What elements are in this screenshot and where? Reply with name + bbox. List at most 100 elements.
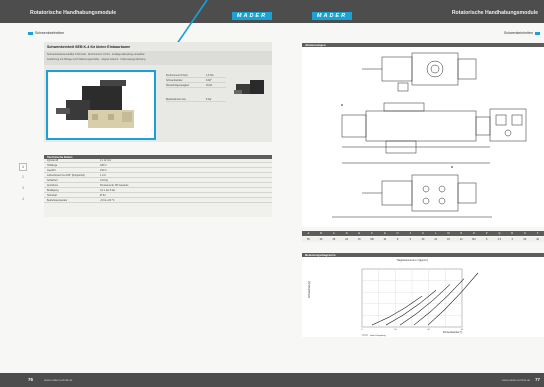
tech-row: Zylinder-Ø 2 x 12 mm [44, 159, 272, 164]
intro-row-2: Ausführung mit Abfrage durch Näherungssc… [47, 58, 146, 61]
right-footer-bar: www.mader-technik.de 77 [272, 373, 544, 387]
accessory-photo [234, 80, 264, 94]
dimension-header-cell: M [447, 232, 450, 235]
side-index-number[interactable]: 4 [22, 197, 24, 201]
tech-row: Schaltzeit 0,18 kg [44, 179, 272, 184]
chart-tick-label: 90 [461, 329, 464, 331]
tech-row: Betätigung 0,2 s bei 6 bar [44, 189, 272, 194]
dimension-header-cell: O [473, 232, 475, 235]
dimension-value-cell: 35 [332, 238, 336, 241]
dimension-value-cell: 12 [459, 238, 463, 241]
dimension-header-cell: H [396, 232, 399, 235]
tech-row: Gewicht 210 N [44, 169, 272, 174]
dimension-value-cell: M5 [370, 238, 374, 241]
left-page: Rotatorische Handhabungsmodule MADER Sch… [0, 0, 272, 387]
chart-tick-label: 0 [361, 329, 363, 331]
chart-series-line [399, 284, 451, 326]
tech-row: Luftverbrauch bei 180° (Doppelhub) 1 cm³ [44, 174, 272, 179]
left-section-label-row: Schwenkeinheiten [26, 30, 64, 36]
intro-block: Schwenkwinkelverstellbar 0-90 Grad · Dre… [44, 51, 272, 65]
right-header-bar: MADER Rotatorische Handhabungsmodule [272, 0, 544, 23]
dimension-header-cell: A [307, 232, 310, 235]
dimension-header-cell: N [460, 232, 463, 235]
dimension-table-header: ABCDEFGHJKLMNOPQRST [302, 231, 544, 236]
right-page-number: 77 [535, 377, 540, 382]
section-marker-icon [28, 31, 33, 35]
right-footer-url[interactable]: www.mader-technik.de [502, 378, 530, 382]
dimension-header-cell: B [320, 232, 322, 235]
dimension-value-cell: 10 [383, 238, 387, 241]
chart-panel: Trägheitsmoment J [kgcm²] Schwenkwinkel [… [302, 257, 544, 341]
right-section-label: Schwenkeinheiten [503, 31, 533, 35]
technical-drawing [332, 52, 527, 218]
technical-drawing-panel [302, 47, 544, 227]
section-marker-icon [535, 31, 540, 35]
dimension-header-cell: R [511, 232, 514, 235]
left-footer-url[interactable]: www.mader-technik.de [44, 378, 72, 382]
chart-tick-label: 60 [427, 329, 430, 331]
dimension-table: A B C D E F G H J K L M N O P Q R S T 56 46 35 22 16 M5 10 8 5 30 24… [302, 231, 544, 243]
tech-row: Hublänge 180 N [44, 164, 272, 169]
product-photo [56, 80, 134, 128]
chart-legend-label: ohne Dämpfung [370, 335, 386, 337]
left-footer-bar: 76 www.mader-technik.de [0, 373, 272, 387]
dimension-header-cell: L [435, 232, 437, 235]
tech-row: Betriebstemperatur +5 bis +60 °C [44, 199, 272, 204]
side-spec-row: Wiederholgenauigkeit ±0,02 [166, 84, 226, 89]
tech-row: Anschluss Drosselventil, M3 Gewinde [44, 184, 272, 189]
dimension-value-cell: 3 [511, 238, 513, 241]
side-index-number[interactable]: 1 [22, 165, 24, 169]
dimension-header-cell: C [332, 232, 335, 235]
dimension-value-cell: 8 [396, 238, 399, 241]
right-header-title: Rotatorische Handhabungsmodule [451, 10, 538, 16]
dimension-value-cell: 5 [409, 238, 411, 241]
dimension-header-cell: T [536, 232, 539, 235]
tech-row: Schutzart IP 64 [44, 194, 272, 199]
dimension-header-cell: D [345, 232, 348, 235]
dimension-header-cell: S [524, 232, 526, 235]
chart-series-line [385, 290, 437, 326]
dimension-header-cell: G [383, 232, 386, 235]
dimension-header-cell: F [371, 232, 373, 235]
dimension-table-values: 56 46 35 22 16 M5 10 8 5 30 24 18 12 M4 6 4,5 3 60 40 [302, 237, 544, 242]
chart-tick-label: 30 [394, 329, 397, 331]
chart-series-line [371, 295, 423, 326]
product-panel: Schwenkeinheit SEB K-4 für kleine Einbau… [44, 42, 272, 142]
chart-y-label: Schwenkzeit [s] [308, 281, 311, 298]
product-title: Schwenkeinheit SEB K-4 für kleine Einbau… [47, 45, 131, 49]
product-image-frame [46, 70, 156, 140]
dimension-header-cell: P [485, 232, 488, 235]
chart-title: Trägheitsmoment J [kgcm²] [396, 258, 428, 262]
side-spec-row: Drehmoment (6 bar) 1,6 Nm [166, 74, 226, 79]
dimension-value-cell: 24 [434, 238, 438, 241]
side-spec-table: Drehmoment (6 bar) 1,6 Nm Schwenkwinkel 0-… [166, 74, 226, 114]
dimension-value-cell: M4 [472, 238, 476, 241]
intro-row-1: Schwenkwinkelverstellbar 0-90 Grad · Dre… [47, 53, 145, 56]
dimension-header-cell: K [422, 232, 424, 235]
side-index-number[interactable]: 2 [22, 175, 24, 179]
side-index-number[interactable]: 3 [22, 186, 24, 190]
left-page-number: 76 [28, 377, 33, 382]
dimension-value-cell: 18 [447, 238, 450, 241]
dimension-value-cell: 6 [486, 238, 488, 241]
right-section-label-row: Schwenkeinheiten [504, 30, 542, 36]
tech-data-table: Zylinder-Ø 2 x 12 mm Hublänge 180 N Gewich… [44, 159, 272, 217]
side-spec-row: Betriebsdruck max 8 bar [166, 98, 226, 103]
dimension-value-cell: 56 [307, 238, 310, 241]
right-page: MADER Rotatorische Handhabungsmodule Sch… [272, 0, 544, 387]
dimension-header-cell: Q [498, 232, 501, 235]
dimension-value-cell: 60 [523, 238, 527, 241]
dimension-value-cell: 22 [345, 238, 348, 241]
dimension-header-cell: J [409, 232, 411, 235]
dimension-value-cell: 4,5 [497, 238, 502, 241]
chart-x-label: Schwenkwinkel [°] [443, 331, 463, 334]
load-chart: Trägheitsmoment J [kgcm²] Schwenkwinkel [… [308, 258, 479, 341]
dimension-value-cell: 30 [421, 238, 425, 241]
dimension-value-cell: 46 [319, 238, 323, 241]
left-section-label: Schwenkeinheiten [35, 31, 65, 35]
dimension-header-cell: E [358, 232, 361, 235]
side-spec-row: Schwenkwinkel 0-90° [166, 79, 226, 84]
dimension-value-cell: 16 [357, 238, 361, 241]
dimension-value-cell: 40 [536, 238, 539, 241]
right-brand-tab: MADER [312, 12, 352, 20]
